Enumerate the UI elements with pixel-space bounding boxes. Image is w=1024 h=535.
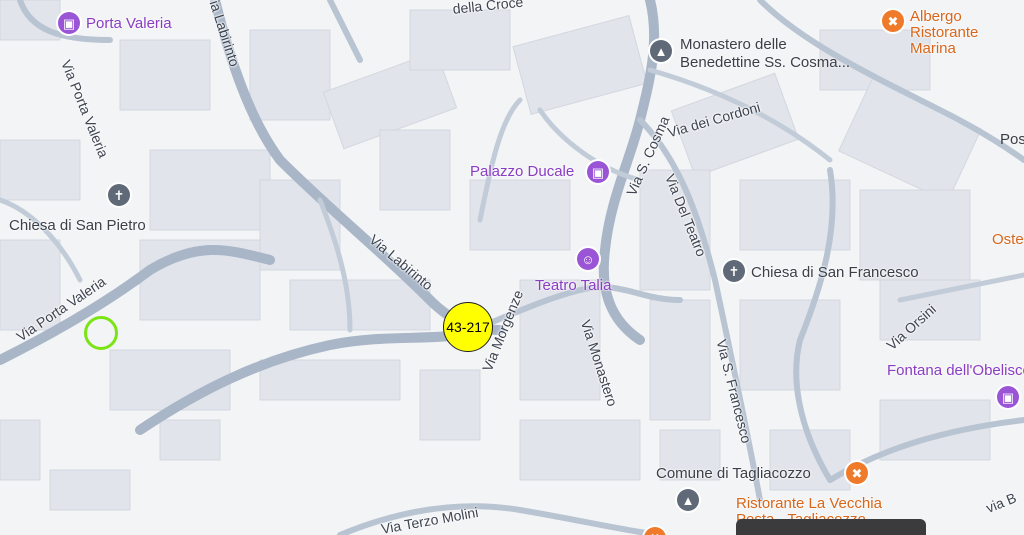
poi-comune[interactable]: Comune di Tagliacozzo <box>656 466 811 481</box>
poi-pos[interactable]: Pos <box>1000 132 1024 147</box>
poi-teatro-talia[interactable]: Teatro Talia <box>535 278 611 293</box>
poi-fontana[interactable]: Fontana dell'Obelisco <box>887 363 1024 378</box>
map-canvas[interactable]: Via Porta Valeria Via Porta Valeria Via … <box>0 0 1024 535</box>
poi-monastero[interactable]: Monastero delle Benedettine Ss. Cosma... <box>680 36 870 72</box>
landmark-icon[interactable]: ▲ <box>650 40 672 62</box>
poi-chiesa-san-francesco[interactable]: Chiesa di San Francesco <box>751 265 919 280</box>
camera-icon[interactable]: ▣ <box>997 386 1019 408</box>
restaurant-icon[interactable]: ✖ <box>882 10 904 32</box>
camera-icon[interactable]: ▣ <box>587 161 609 183</box>
poi-palazzo-ducale[interactable]: Palazzo Ducale <box>470 164 574 179</box>
restaurant-icon[interactable]: ✖ <box>846 462 868 484</box>
route-marker-label: 43-217 <box>446 319 490 335</box>
poi-porta-valeria[interactable]: Porta Valeria <box>86 16 172 31</box>
buildings <box>0 0 991 511</box>
route-marker[interactable]: 43-217 <box>443 302 493 352</box>
poi-oste[interactable]: Oste <box>992 232 1024 247</box>
landmark-icon[interactable]: ▲ <box>677 489 699 511</box>
church-icon[interactable]: ✝ <box>108 184 130 206</box>
camera-icon[interactable]: ▣ <box>58 12 80 34</box>
church-icon[interactable]: ✝ <box>723 260 745 282</box>
poi-chiesa-san-pietro[interactable]: Chiesa di San Pietro <box>9 218 146 233</box>
current-location-ring[interactable] <box>84 316 118 350</box>
theater-icon[interactable]: ☺ <box>577 248 599 270</box>
poi-albergo[interactable]: Albergo Ristorante Marina <box>910 9 1024 57</box>
bottom-panel[interactable] <box>736 519 926 535</box>
